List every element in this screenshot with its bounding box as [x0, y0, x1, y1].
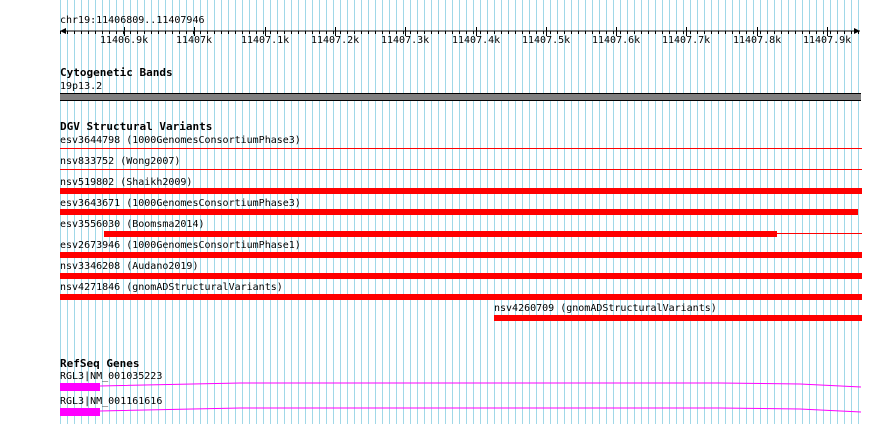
variant-label[interactable]: esv3556030 (Boomsma2014)	[60, 219, 205, 230]
variant-feature[interactable]	[494, 315, 862, 321]
variant-feature[interactable]	[60, 252, 862, 258]
ruler-tick-label: 11407.7k	[662, 35, 711, 46]
variant-feature[interactable]	[104, 231, 777, 237]
variant-feature[interactable]	[60, 148, 862, 149]
gene-intron[interactable]	[100, 405, 862, 415]
variant-label[interactable]: esv3643671 (1000GenomesConsortiumPhase3)	[60, 198, 301, 209]
cytoband-bar[interactable]	[60, 93, 861, 101]
ruler-tick-label: 11407.8k	[733, 35, 782, 46]
variant-label[interactable]: esv2673946 (1000GenomesConsortiumPhase1)	[60, 240, 301, 251]
variant-feature[interactable]	[60, 188, 862, 194]
ruler-tick-label: 11407.5k	[522, 35, 571, 46]
ruler-tick-label: 11406.9k	[100, 35, 149, 46]
ruler-tick-label: 11407.9k	[803, 35, 852, 46]
ruler-right-arrow-icon	[854, 28, 860, 34]
variant-feature-extension[interactable]	[777, 233, 862, 234]
variant-feature[interactable]	[60, 273, 862, 279]
ruler-tick-label: 11407.3k	[381, 35, 430, 46]
ruler-tick-label: 11407.1k	[241, 35, 290, 46]
variant-label[interactable]: nsv519802 (Shaikh2009)	[60, 177, 192, 188]
variant-label[interactable]: nsv4260709 (gnomADStructuralVariants)	[494, 303, 717, 314]
ruler-tick-label: 11407.2k	[311, 35, 360, 46]
variant-label[interactable]: nsv3346208 (Audano2019)	[60, 261, 198, 272]
variant-feature[interactable]	[60, 209, 858, 215]
gene-exon[interactable]	[60, 408, 100, 416]
cytoband-label: 19p13.2	[60, 81, 103, 92]
variant-feature[interactable]	[60, 169, 862, 170]
variant-feature[interactable]	[60, 294, 862, 300]
genome-browser: chr19:11406809..11407946 11406.9k 11407k 1…	[0, 0, 890, 424]
ruler-tick-label: 11407.6k	[592, 35, 641, 46]
variant-label[interactable]: nsv4271846 (gnomADStructuralVariants)	[60, 282, 283, 293]
ruler-tick-label: 11407.4k	[452, 35, 501, 46]
gene-intron[interactable]	[100, 380, 862, 390]
track-title-refseq: RefSeq Genes	[60, 357, 140, 370]
variant-label[interactable]: nsv833752 (Wong2007)	[60, 156, 180, 167]
gene-exon[interactable]	[60, 383, 100, 391]
track-title-dgv: DGV Structural Variants	[60, 120, 213, 133]
ruler-tick-label: 11407k	[175, 35, 213, 46]
track-title-cytobands: Cytogenetic Bands	[60, 66, 173, 79]
variant-label[interactable]: esv3644798 (1000GenomesConsortiumPhase3)	[60, 135, 301, 146]
